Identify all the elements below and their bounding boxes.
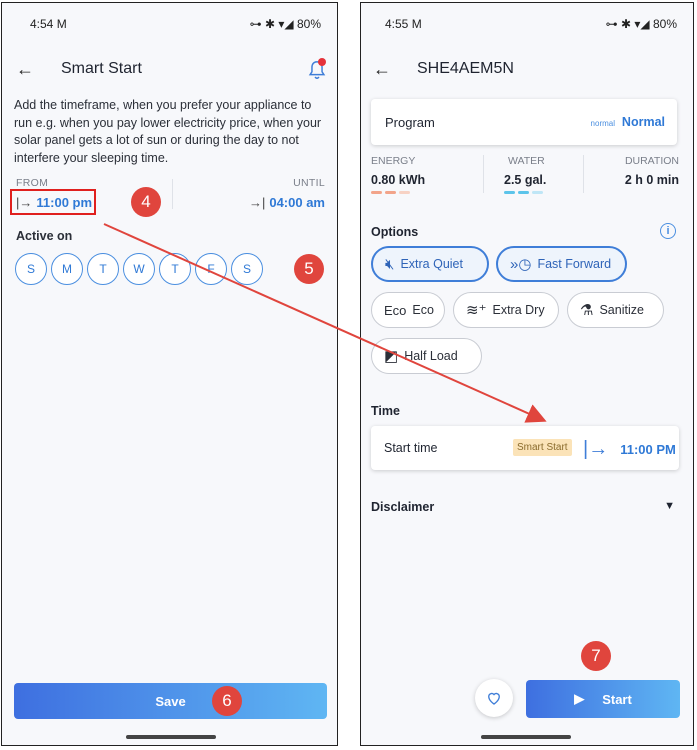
step-badge-6: 6 xyxy=(212,686,242,716)
option-label: Extra Quiet xyxy=(400,257,463,271)
extra-dry-icon: ≋⁺ xyxy=(466,302,487,319)
home-indicator xyxy=(126,735,216,739)
appliance-title: SHE4AEM5N xyxy=(417,60,514,77)
eco-icon: Eco xyxy=(384,302,407,318)
program-value: Normal xyxy=(621,115,665,129)
play-icon: ▶ xyxy=(574,691,585,706)
option-label: Eco xyxy=(412,303,434,317)
option-label: Extra Dry xyxy=(492,303,545,317)
option-label: Fast Forward xyxy=(537,257,612,271)
chevron-down-icon[interactable]: ▼ xyxy=(664,500,675,512)
favorite-button[interactable] xyxy=(475,679,513,717)
description-text: Add the timeframe, when you prefer your … xyxy=(14,98,322,165)
energy-bars xyxy=(371,191,410,194)
day-wednesday[interactable]: W xyxy=(123,253,155,285)
notification-dot xyxy=(318,58,326,66)
program-screen: 4:55 M ⊶ ✱ ▾◢ 80% ← SHE4AEM5N Program no… xyxy=(360,2,694,746)
heart-icon xyxy=(488,692,500,705)
divider xyxy=(172,179,173,209)
option-fast-forward[interactable]: »◷ Fast Forward xyxy=(496,246,627,282)
start-time-value-group: |→ 11:00 PM xyxy=(583,438,676,461)
option-extra-quiet[interactable]: 🔇︎ Extra Quiet xyxy=(371,246,489,282)
status-icons: ⊶ ✱ ▾◢ 80% xyxy=(605,17,677,31)
step-badge-7: 7 xyxy=(581,641,611,671)
battery-level: 80% xyxy=(652,17,677,31)
time-label: Time xyxy=(371,404,400,418)
start-time-value: 11:00 PM xyxy=(620,442,676,457)
sanitize-icon: ⚗ xyxy=(580,302,594,319)
start-button[interactable]: ▶ Start xyxy=(526,680,680,718)
back-arrow-icon[interactable]: ← xyxy=(373,59,391,80)
from-label: FROM xyxy=(16,177,49,189)
water-label: WATER xyxy=(508,155,545,167)
water-bars xyxy=(504,191,543,194)
battery-level: 80% xyxy=(296,17,321,31)
smart-start-screen: 4:54 M ⊶ ✱ ▾◢ 80% ← Smart Start Add the … xyxy=(1,2,338,746)
day-sunday[interactable]: S xyxy=(15,253,47,285)
fast-forward-icon: »◷ xyxy=(510,256,532,273)
save-button[interactable]: Save xyxy=(14,683,327,719)
step-badge-4: 4 xyxy=(131,187,161,217)
until-time-selector[interactable]: →| 04:00 am xyxy=(249,195,325,210)
option-sanitize[interactable]: ⚗ Sanitize xyxy=(567,292,664,328)
energy-value: 0.80 kWh xyxy=(371,173,426,187)
start-time-label: Start time xyxy=(384,441,438,455)
home-indicator xyxy=(481,735,571,739)
option-label: Half Load xyxy=(404,349,458,363)
until-time-value: 04:00 am xyxy=(269,195,325,210)
divider xyxy=(483,155,484,193)
back-arrow-icon[interactable]: ← xyxy=(16,59,34,80)
option-extra-dry[interactable]: ≋⁺ Extra Dry xyxy=(453,292,559,328)
program-label: Program xyxy=(385,115,435,130)
duration-label: DURATION xyxy=(624,155,679,167)
step-badge-5: 5 xyxy=(294,254,324,284)
half-load-icon: ◩ xyxy=(384,348,399,365)
start-label: Start xyxy=(602,691,632,707)
active-on-label: Active on xyxy=(16,229,73,243)
status-icons: ⊶ ✱ ▾◢ 80% xyxy=(249,17,321,31)
disclaimer-label[interactable]: Disclaimer xyxy=(371,500,434,514)
option-eco[interactable]: Eco Eco xyxy=(371,292,445,328)
smart-start-tag: Smart Start xyxy=(513,439,572,456)
day-saturday[interactable]: S xyxy=(231,253,263,285)
page-title: Smart Start xyxy=(61,60,142,77)
water-value: 2.5 gal. xyxy=(504,173,547,187)
day-thursday[interactable]: T xyxy=(159,253,191,285)
status-time: 4:54 M xyxy=(30,17,67,31)
program-small-label: normal xyxy=(590,119,615,128)
duration-value: 2 h 0 min xyxy=(624,173,679,187)
until-label: UNTIL xyxy=(293,177,325,189)
speaker-mute-icon: 🔇︎ xyxy=(385,255,395,273)
option-half-load[interactable]: ◩ Half Load xyxy=(371,338,482,374)
from-time-value: 11:00 pm xyxy=(36,194,93,210)
start-time-row[interactable]: Start time Smart Start |→ 11:00 PM xyxy=(371,426,679,470)
day-tuesday[interactable]: T xyxy=(87,253,119,285)
status-time: 4:55 M xyxy=(385,17,422,31)
divider xyxy=(583,155,584,193)
info-icon[interactable]: i xyxy=(660,223,676,239)
weekday-selector: S M T W T F S xyxy=(15,253,263,285)
arrow-right-bar-icon: |→ xyxy=(16,194,33,210)
arrow-right-bar-icon: |→ xyxy=(583,438,609,460)
day-monday[interactable]: M xyxy=(51,253,83,285)
status-bar: 4:55 M ⊶ ✱ ▾◢ 80% xyxy=(361,3,693,43)
option-label: Sanitize xyxy=(599,303,644,317)
day-friday[interactable]: F xyxy=(195,253,227,285)
program-selector[interactable]: Program normal Normal xyxy=(371,99,677,145)
from-time-selector[interactable]: |→ 11:00 pm xyxy=(10,189,96,215)
status-bar: 4:54 M ⊶ ✱ ▾◢ 80% xyxy=(2,3,337,43)
arrow-to-bar-icon: →| xyxy=(248,195,266,210)
energy-label: ENERGY xyxy=(371,155,416,167)
options-label: Options xyxy=(371,225,419,239)
